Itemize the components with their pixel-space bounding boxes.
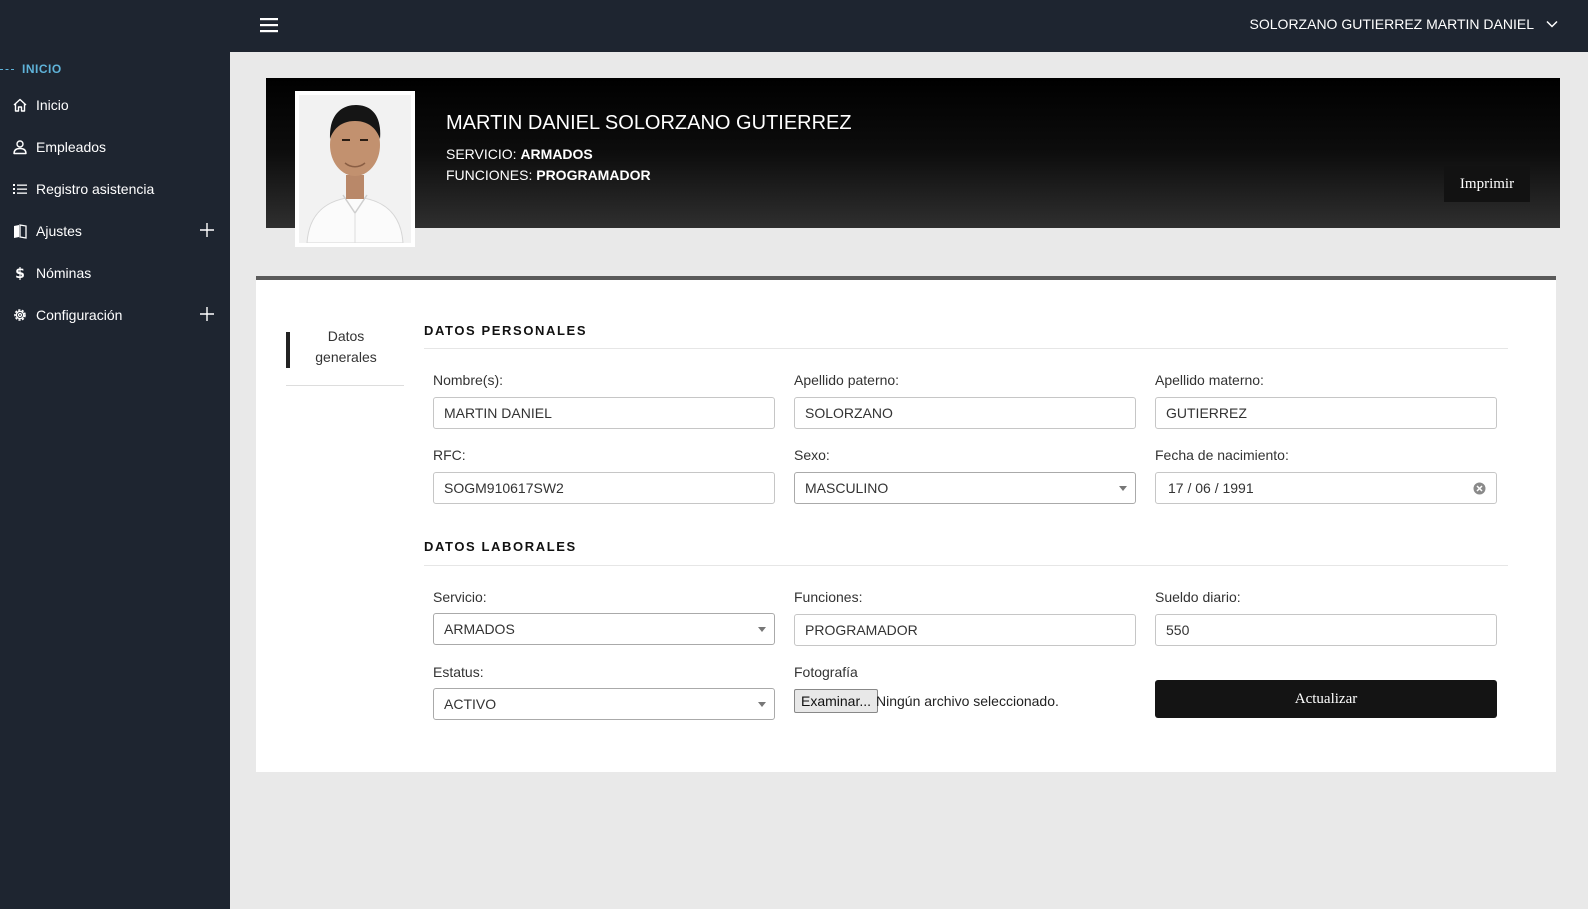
- fotografia-label: Fotografía: [794, 664, 858, 680]
- dropdown-arrow-icon: [758, 627, 766, 632]
- clear-date-icon[interactable]: [1473, 482, 1486, 495]
- active-tab-indicator: [286, 332, 290, 368]
- user-icon: [11, 138, 29, 156]
- banner-funciones: FUNCIONES: PROGRAMADOR: [446, 167, 651, 183]
- sidebar-item-empleados[interactable]: Empleados: [0, 126, 230, 168]
- estatus-select[interactable]: ACTIVO: [433, 688, 775, 720]
- servicio-select[interactable]: ARMADOS: [433, 613, 775, 645]
- servicio-label: Servicio:: [433, 589, 487, 605]
- sexo-select[interactable]: MASCULINO: [794, 472, 1136, 504]
- list-icon: [11, 180, 29, 198]
- profile-photo-frame: [295, 91, 415, 247]
- tab-label: Datos generales: [302, 326, 390, 368]
- sidebar-item-nominas[interactable]: $ Nóminas: [0, 252, 230, 294]
- sidebar-item-label: Nóminas: [36, 265, 92, 281]
- rfc-value: SOGM910617SW2: [444, 480, 564, 496]
- nombre-label: Nombre(s):: [433, 372, 504, 388]
- tab-label-line2: generales: [315, 349, 377, 365]
- sidebar-item-inicio[interactable]: Inicio: [0, 84, 230, 126]
- rfc-label: RFC:: [433, 447, 466, 463]
- rfc-input[interactable]: SOGM910617SW2: [433, 472, 775, 504]
- sexo-label: Sexo:: [794, 447, 830, 463]
- update-button[interactable]: Actualizar: [1155, 680, 1497, 718]
- employee-full-name: MARTIN DANIEL SOLORZANO GUTIERREZ: [446, 112, 852, 134]
- employee-form-card: Datos generales DATOS PERSONALES Nombre(…: [256, 276, 1556, 772]
- tab-datos-generales[interactable]: Datos generales: [286, 322, 404, 386]
- plus-icon[interactable]: [198, 221, 216, 239]
- sidebar-nav: Inicio Empleados Registro asistencia Aju…: [0, 84, 230, 336]
- topbar: SOLORZANO GUTIERREZ MARTIN DANIEL: [230, 0, 1588, 52]
- sidebar-item-registro-asistencia[interactable]: Registro asistencia: [0, 168, 230, 210]
- sidebar-item-configuracion[interactable]: Configuración: [0, 294, 230, 336]
- nombre-input[interactable]: MARTIN DANIEL: [433, 397, 775, 429]
- banner-servicio-label: SERVICIO:: [446, 146, 517, 162]
- sidebar-section-label: INICIO: [0, 62, 62, 76]
- dollar-icon: $: [11, 264, 29, 282]
- fecha-nacimiento-value: 17 / 06 / 1991: [1168, 480, 1254, 496]
- apellido-materno-label: Apellido materno:: [1155, 372, 1264, 388]
- sidebar-item-label: Inicio: [36, 97, 69, 113]
- section-title-personales: DATOS PERSONALES: [424, 323, 588, 338]
- sidebar-item-label: Registro asistencia: [36, 181, 155, 197]
- sueldo-diario-label: Sueldo diario:: [1155, 589, 1241, 605]
- dropdown-arrow-icon: [1119, 486, 1127, 491]
- sidebar-item-ajustes[interactable]: Ajustes: [0, 210, 230, 252]
- funciones-input[interactable]: PROGRAMADOR: [794, 614, 1136, 646]
- funciones-value: PROGRAMADOR: [805, 622, 918, 638]
- banner-funciones-label: FUNCIONES:: [446, 167, 533, 183]
- book-icon: [11, 222, 29, 240]
- chevron-down-icon: [1546, 20, 1558, 28]
- svg-text:$: $: [15, 266, 25, 281]
- sidebar-section-text: INICIO: [22, 62, 62, 76]
- gear-icon: [11, 306, 29, 324]
- tab-label-line1: Datos: [327, 328, 365, 344]
- apellido-paterno-label: Apellido paterno:: [794, 372, 900, 388]
- sexo-value: MASCULINO: [805, 480, 889, 496]
- servicio-value: ARMADOS: [444, 621, 515, 637]
- sueldo-diario-input[interactable]: 550: [1155, 614, 1497, 646]
- section-divider: [424, 348, 1508, 349]
- fecha-nacimiento-label: Fecha de nacimiento:: [1155, 447, 1289, 463]
- estatus-label: Estatus:: [433, 664, 484, 680]
- sidebar-item-label: Configuración: [36, 307, 123, 323]
- sidebar: INICIO Inicio Empleados Registro asisten…: [0, 0, 230, 909]
- apellido-paterno-value: SOLORZANO: [805, 405, 893, 421]
- apellido-materno-value: GUTIERREZ: [1166, 405, 1247, 421]
- section-divider: [424, 565, 1508, 566]
- file-browse-button[interactable]: Examinar...: [794, 689, 879, 713]
- file-status-text: Ningún archivo seleccionado.: [876, 693, 1059, 709]
- fecha-nacimiento-input[interactable]: 17 / 06 / 1991: [1155, 472, 1497, 504]
- sueldo-diario-value: 550: [1166, 622, 1190, 638]
- sidebar-item-label: Ajustes: [36, 223, 82, 239]
- profile-photo: [299, 95, 411, 243]
- print-button[interactable]: Imprimir: [1444, 166, 1530, 202]
- dropdown-arrow-icon: [758, 702, 766, 707]
- dash-icon: [0, 68, 14, 70]
- section-title-laborales: DATOS LABORALES: [424, 539, 577, 554]
- estatus-value: ACTIVO: [444, 696, 497, 712]
- apellido-paterno-input[interactable]: SOLORZANO: [794, 397, 1136, 429]
- banner-servicio-value: ARMADOS: [520, 146, 593, 162]
- hamburger-menu-icon[interactable]: [259, 16, 279, 34]
- home-icon: [11, 96, 29, 114]
- profile-banner: MARTIN DANIEL SOLORZANO GUTIERREZ SERVIC…: [266, 78, 1560, 247]
- banner-funciones-value: PROGRAMADOR: [536, 167, 651, 183]
- user-menu[interactable]: SOLORZANO GUTIERREZ MARTIN DANIEL: [1250, 16, 1558, 32]
- funciones-label: Funciones:: [794, 589, 863, 605]
- apellido-materno-input[interactable]: GUTIERREZ: [1155, 397, 1497, 429]
- user-name: SOLORZANO GUTIERREZ MARTIN DANIEL: [1249, 16, 1534, 32]
- nombre-value: MARTIN DANIEL: [444, 405, 552, 421]
- sidebar-item-label: Empleados: [36, 139, 107, 155]
- plus-icon[interactable]: [198, 305, 216, 323]
- banner-servicio: SERVICIO: ARMADOS: [446, 146, 593, 162]
